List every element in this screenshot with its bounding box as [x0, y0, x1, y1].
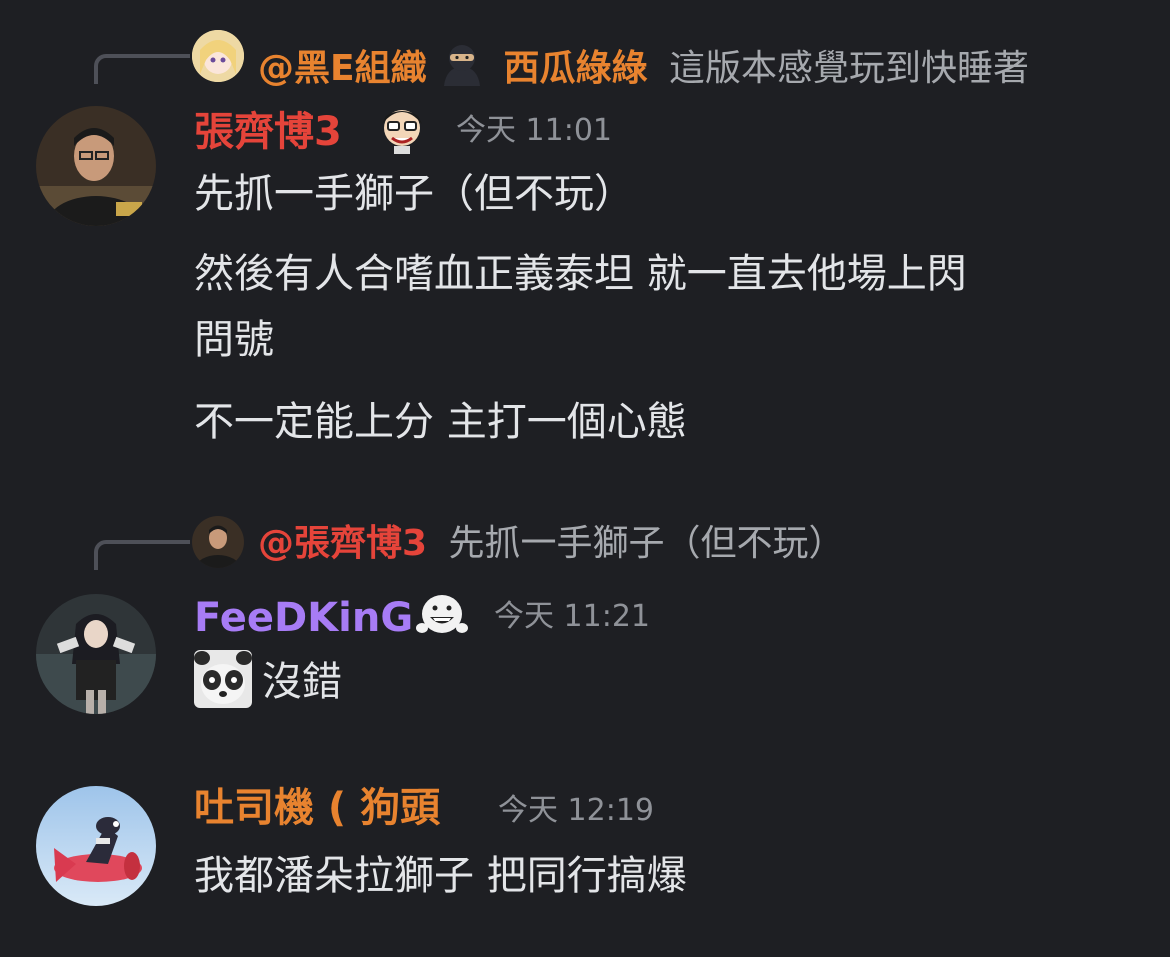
reply-mention[interactable]: @黑E組織 — [258, 48, 427, 89]
ninja-emoji-icon — [438, 42, 486, 86]
reply-text: 這版本感覺玩到快睡著 — [668, 48, 1029, 89]
message-line: 問號 — [194, 317, 274, 363]
message-line: 不一定能上分 主打一個心態 — [194, 399, 687, 445]
avatar[interactable] — [36, 594, 156, 714]
timestamp: 今天 11:01 — [456, 113, 612, 148]
reply-text: 先抓一手獅子（但不玩） — [448, 523, 845, 564]
reply-preview[interactable]: @黑E組織 西瓜綠綠 這版本感覺玩到快睡著 — [258, 42, 1029, 87]
reply-avatar[interactable] — [192, 516, 244, 568]
message-line: 先抓一手獅子（但不玩） — [194, 171, 634, 217]
message-line: 沒錯 — [262, 659, 342, 705]
reply-mention[interactable]: @張齊博3 — [258, 523, 427, 564]
message-line: 我都潘朵拉獅子 把同行搞爆 — [194, 853, 687, 899]
reply-connector — [94, 540, 190, 570]
reply-preview[interactable]: @張齊博3 先抓一手獅子（但不玩） — [258, 526, 845, 562]
reply-nickname: 西瓜綠綠 — [503, 48, 648, 89]
author-name[interactable]: 吐司機 ( 狗頭 — [194, 788, 440, 828]
avatar[interactable] — [36, 106, 156, 226]
reply-connector — [94, 54, 190, 84]
panda-emoji-icon — [194, 650, 252, 708]
timestamp: 今天 12:19 — [498, 793, 654, 828]
reply-avatar[interactable] — [192, 30, 244, 82]
character-badge-icon — [374, 102, 430, 154]
avatar[interactable] — [36, 786, 156, 906]
grin-face-badge-icon — [414, 588, 470, 640]
author-name[interactable]: FeeDKinG — [194, 598, 413, 638]
timestamp: 今天 11:21 — [494, 599, 650, 634]
message-line: 然後有人合嗜血正義泰坦 就一直去他場上閃 — [194, 251, 967, 297]
author-name[interactable]: 張齊博3 — [194, 112, 342, 152]
